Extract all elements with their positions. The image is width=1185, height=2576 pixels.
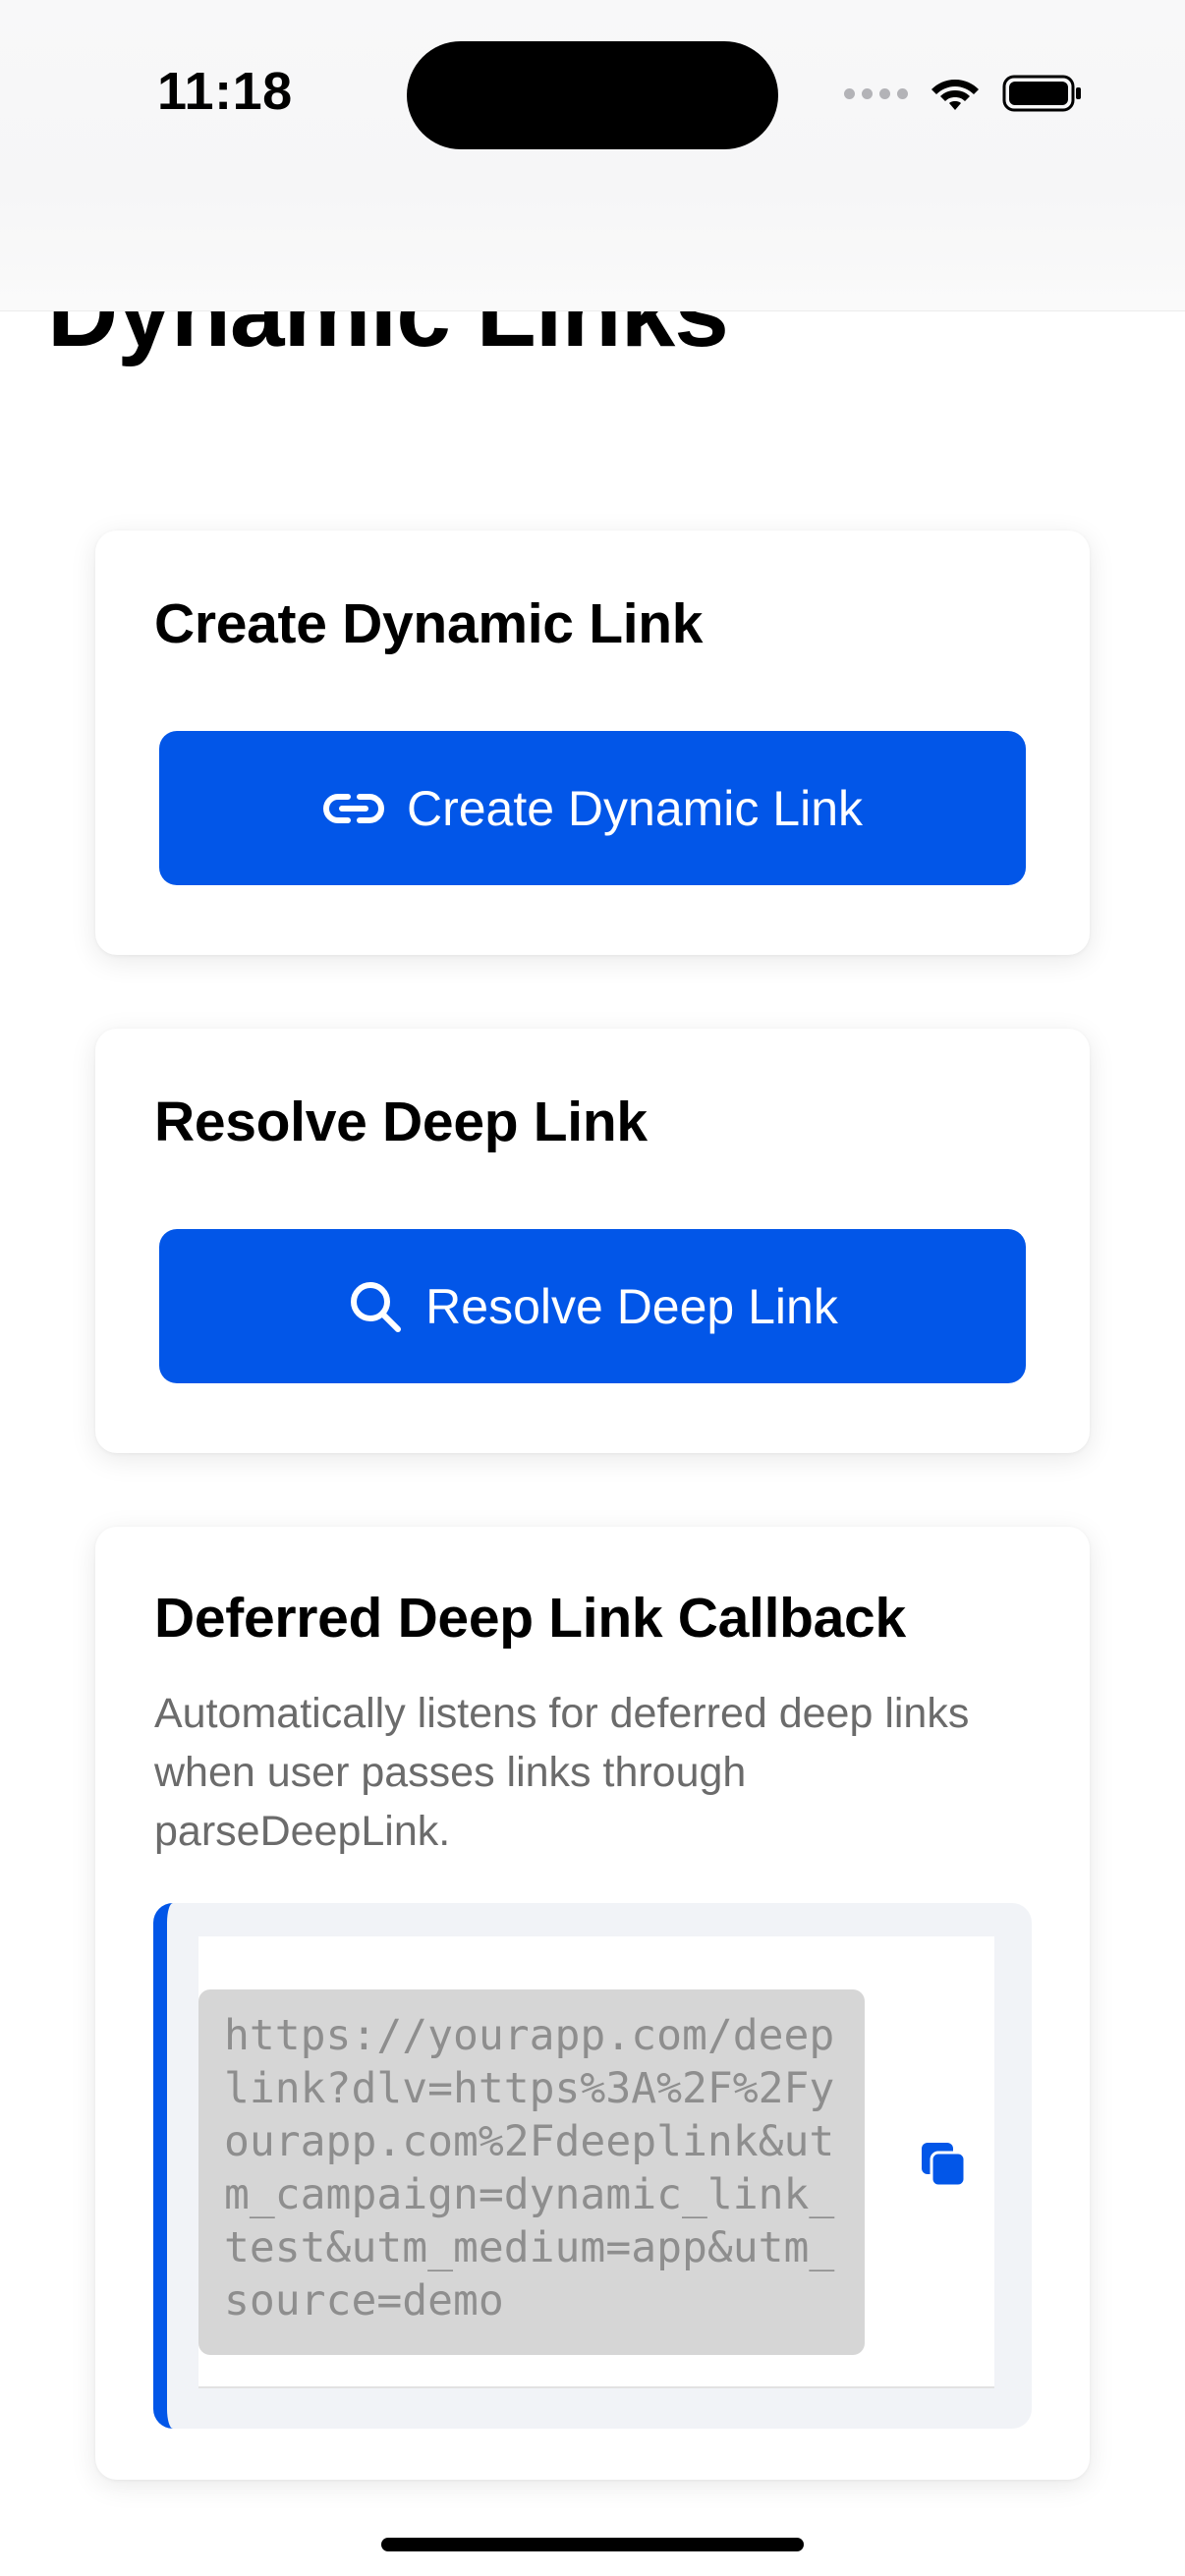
navigation-header: 11:18 <box>0 0 1185 311</box>
deferred-link-card: Deferred Deep Link Callback Automaticall… <box>95 1527 1090 2480</box>
dynamic-island <box>407 41 778 149</box>
deferred-link-card-title: Deferred Deep Link Callback <box>154 1587 906 1650</box>
create-dynamic-link-button[interactable]: Create Dynamic Link <box>159 731 1026 885</box>
status-time: 11:18 <box>157 62 293 121</box>
deferred-link-content: https://yourapp.com/deeplink?dlv=https%3… <box>198 1936 994 2388</box>
create-dynamic-link-button-label: Create Dynamic Link <box>406 780 864 836</box>
status-icons <box>844 69 1083 118</box>
create-link-card: Create Dynamic Link Create Dynamic Link <box>95 531 1090 955</box>
wifi-icon <box>931 80 979 110</box>
cellular-signal-icon <box>844 87 908 99</box>
home-indicator[interactable] <box>381 2538 804 2551</box>
screen: 11:18 Dynamic Links Create Dynamic Link <box>0 0 1185 2576</box>
resolve-link-card-title: Resolve Deep Link <box>154 1091 648 1153</box>
battery-icon <box>1002 75 1081 112</box>
deferred-link-value[interactable]: https://yourapp.com/deeplink?dlv=https%3… <box>198 1989 865 2355</box>
resolve-link-card: Resolve Deep Link Resolve Deep Link <box>95 1029 1090 1453</box>
link-icon <box>322 789 385 828</box>
deferred-link-box: https://yourapp.com/deeplink?dlv=https%3… <box>153 1903 1032 2429</box>
resolve-deep-link-button-label: Resolve Deep Link <box>425 1278 838 1334</box>
deferred-link-description: Automatically listens for deferred deep … <box>154 1690 970 1855</box>
search-icon <box>347 1278 404 1335</box>
copy-icon <box>922 2143 967 2188</box>
create-link-card-title: Create Dynamic Link <box>154 592 704 655</box>
copy-button[interactable] <box>912 2133 975 2196</box>
resolve-deep-link-button[interactable]: Resolve Deep Link <box>159 1229 1026 1383</box>
